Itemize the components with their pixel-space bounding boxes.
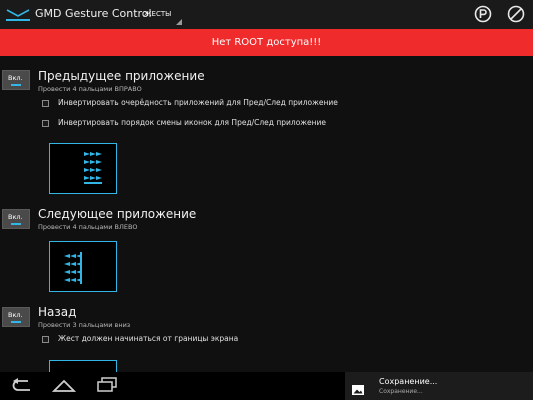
swipe-left-preview[interactable] — [49, 241, 117, 292]
app-title: GMD Gesture Control — [35, 7, 152, 20]
toggle-previous-app[interactable]: Вкл. — [2, 70, 30, 90]
parking-icon[interactable] — [474, 5, 492, 23]
swipe-down-preview[interactable] — [49, 360, 117, 372]
action-bar: GMD Gesture Control ЖЕСТЫ — [0, 0, 533, 30]
notification-subtitle: Сохранение... — [379, 388, 423, 395]
gesture-subtitle: Провести 4 пальцами ВПРАВО — [38, 85, 142, 93]
disable-icon[interactable] — [507, 5, 525, 23]
back-icon[interactable] — [10, 377, 34, 397]
option-label: Инвертировать порядок смены иконок для П… — [58, 118, 327, 127]
gesture-subtitle: Провести 4 пальцами ВЛЕВО — [38, 223, 138, 231]
notification-title: Сохранение... — [379, 377, 438, 386]
section-spinner[interactable]: ЖЕСТЫ — [141, 3, 182, 25]
toggle-indicator — [11, 321, 21, 323]
toggle-label: Вкл. — [8, 213, 23, 221]
spinner-label: ЖЕСТЫ — [144, 10, 172, 18]
recent-apps-icon[interactable] — [96, 377, 118, 397]
swipe-left-arrows-icon — [64, 252, 82, 284]
option-label: Жест должен начинаться от границы экрана — [58, 334, 239, 343]
banner-text: Нет ROOT доступа!!! — [211, 37, 322, 48]
gesture-subtitle: Провести 3 пальцами вниз — [38, 321, 131, 329]
toggle-label: Вкл. — [8, 311, 23, 319]
system-navigation-bar: Сохранение... Сохранение... — [0, 372, 533, 400]
gesture-title-previous-app: Предыдущее приложение — [38, 69, 205, 83]
toggle-indicator — [11, 223, 21, 225]
swipe-right-arrows-icon — [84, 152, 102, 184]
saving-notification[interactable]: Сохранение... Сохранение... — [345, 372, 533, 400]
toggle-next-app[interactable]: Вкл. — [2, 209, 30, 229]
home-icon[interactable] — [51, 377, 77, 397]
no-root-banner: Нет ROOT доступа!!! — [0, 29, 533, 56]
gesture-title-back: Назад — [38, 305, 77, 319]
checkbox[interactable] — [42, 100, 49, 107]
swipe-down-arrows-icon — [50, 364, 116, 372]
gesture-title-next-app: Следующее приложение — [38, 207, 197, 221]
spinner-arrow-icon — [176, 19, 182, 25]
gesture-list: Вкл. Предыдущее приложение Провести 4 па… — [0, 56, 533, 372]
swipe-right-preview[interactable] — [49, 143, 117, 194]
toggle-indicator — [11, 84, 21, 86]
checkbox[interactable] — [42, 120, 49, 127]
toggle-back[interactable]: Вкл. — [2, 307, 30, 327]
image-icon — [352, 380, 364, 399]
checkbox[interactable] — [42, 336, 49, 343]
option-label: Инвертировать очерёдность приложений для… — [58, 98, 338, 107]
app-logo-icon[interactable] — [5, 7, 31, 26]
toggle-label: Вкл. — [8, 74, 23, 82]
